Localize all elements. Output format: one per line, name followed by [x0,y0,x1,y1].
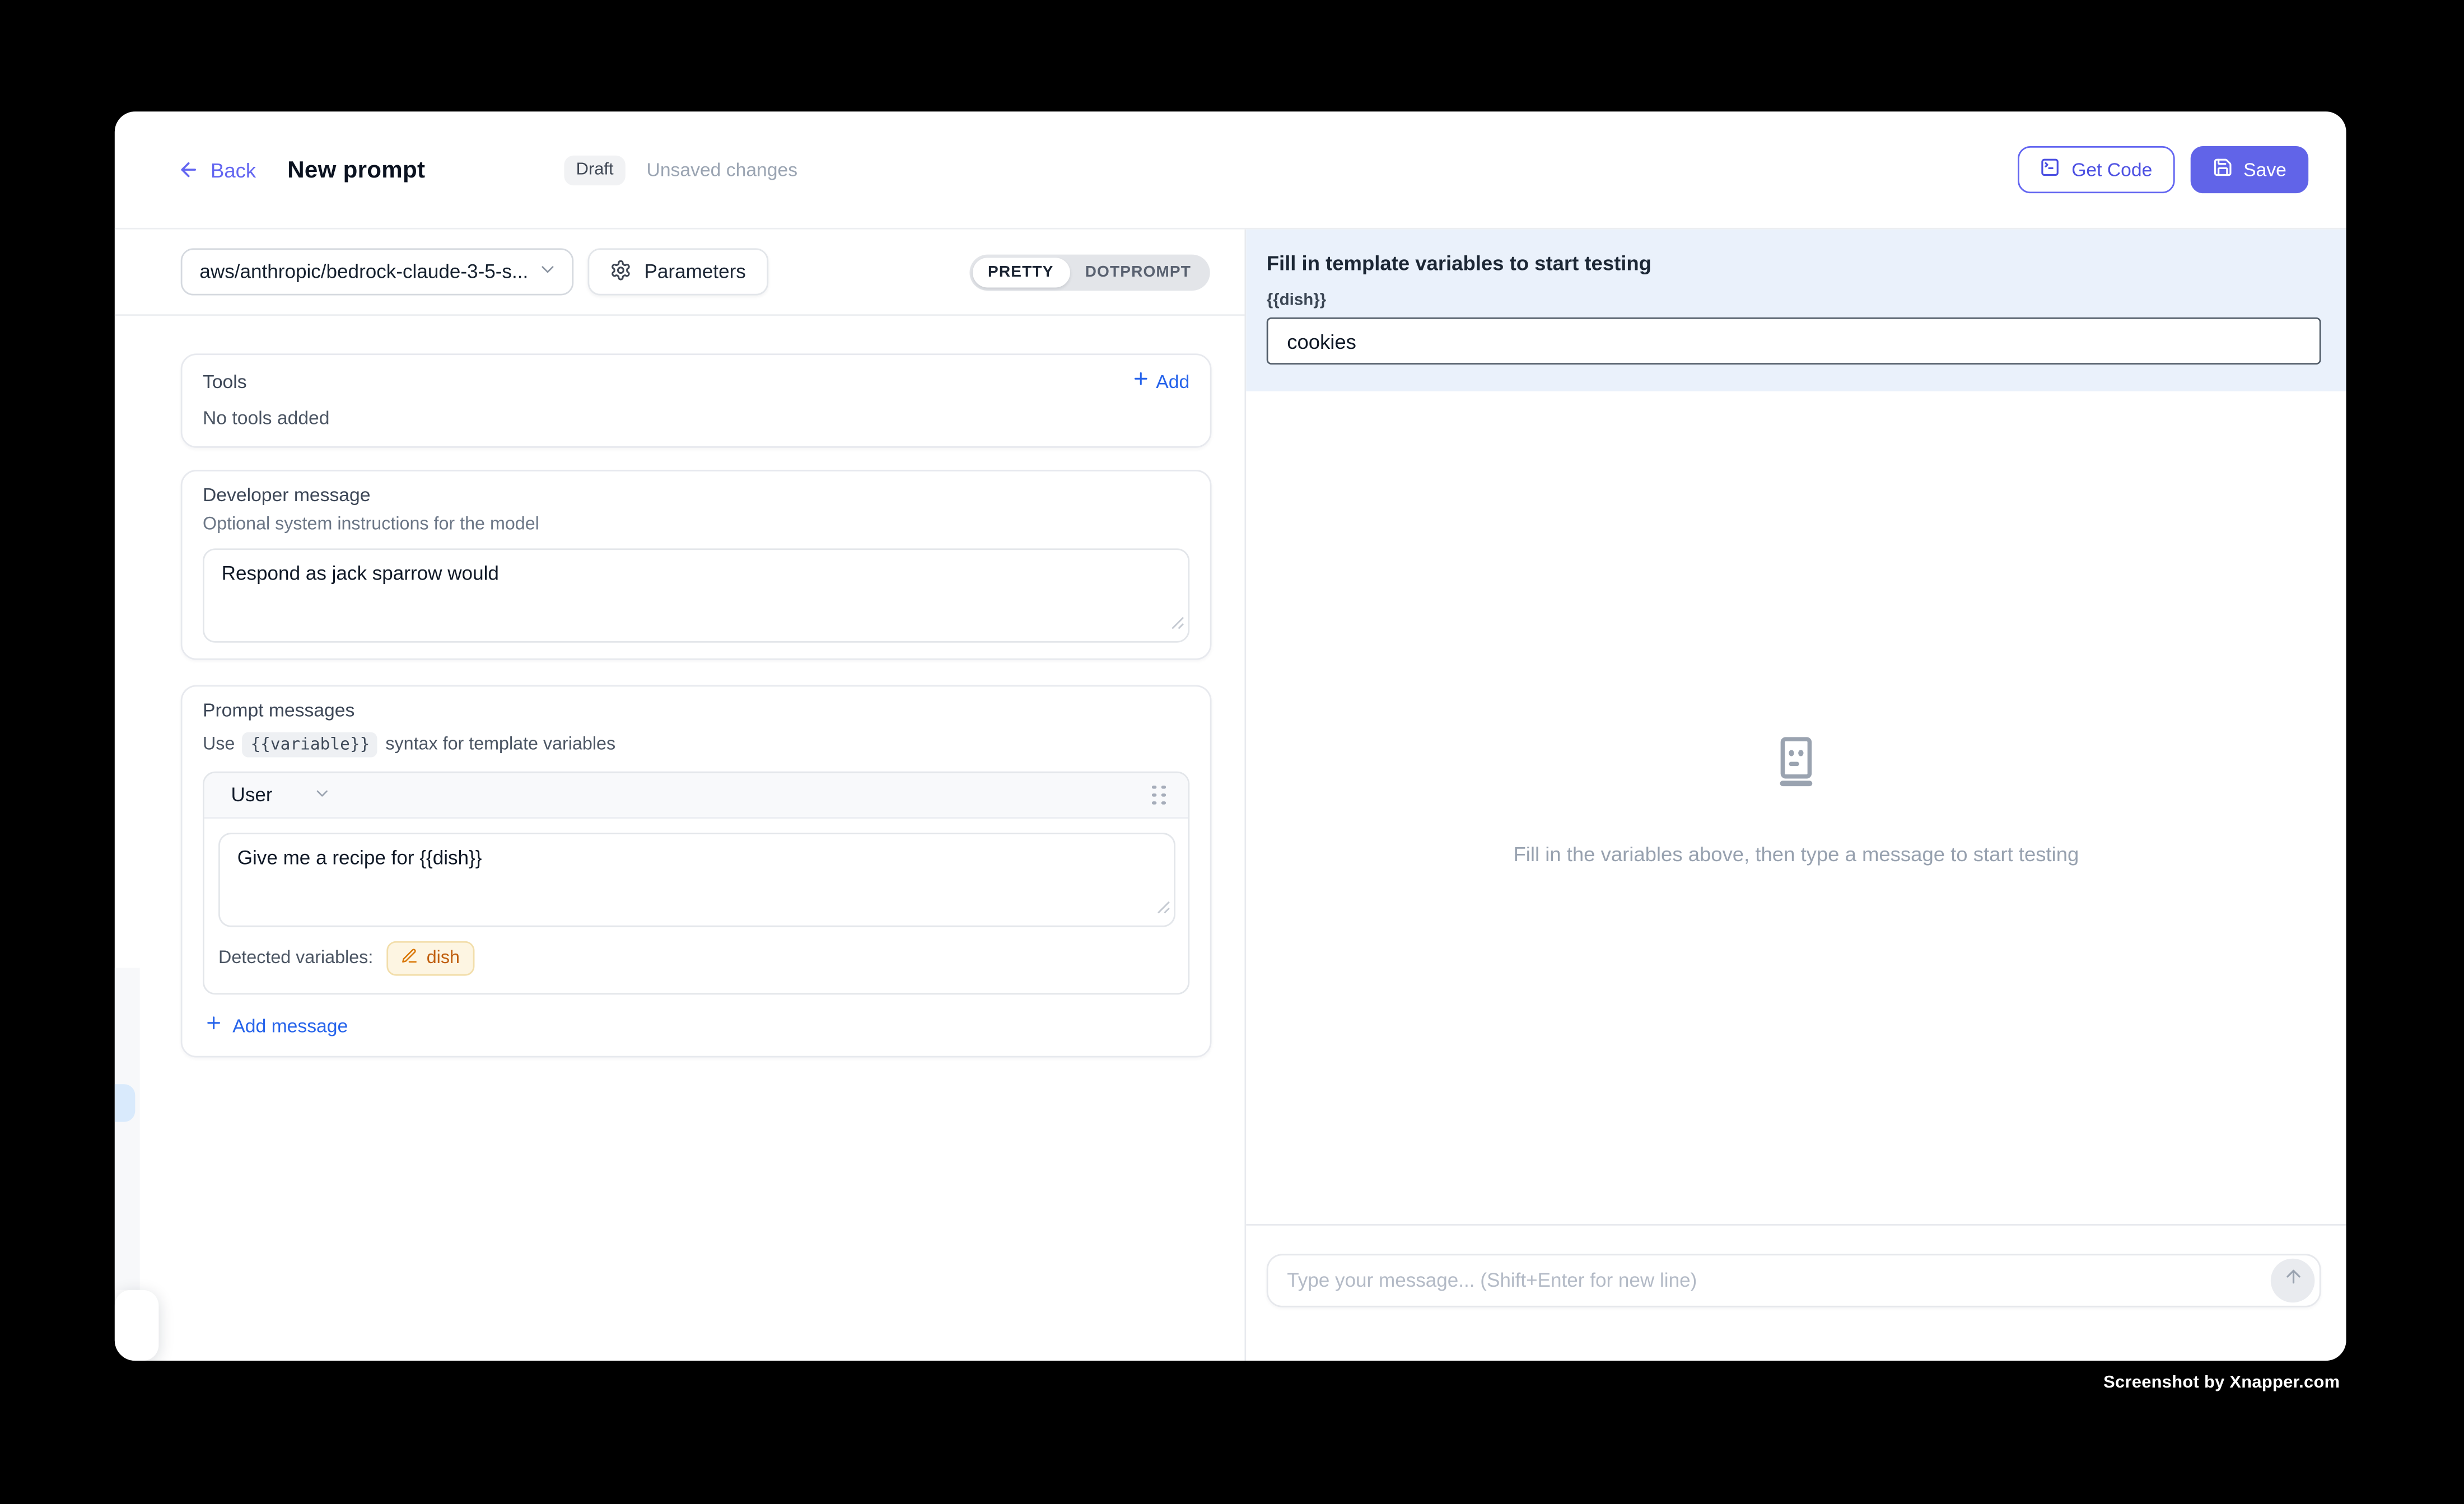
prompt-editor-window: Back New prompt Draft Unsaved changes Ge… [115,111,2346,1361]
parameters-label: Parameters [645,261,746,283]
message-content-textarea[interactable]: Give me a recipe for {{dish}} [218,833,1175,927]
gear-icon [610,259,632,286]
drag-handle-icon[interactable] [1152,785,1166,805]
watermark-text: Screenshot by Xnapper.com [2103,1374,2340,1393]
test-panel: Fill in template variables to start test… [1246,230,2346,1361]
model-toolbar: aws/anthropic/bedrock-claude-3-5-s... Pa… [115,230,1245,316]
sidebar-remnant-selected-item [115,1084,135,1122]
model-selector[interactable]: aws/anthropic/bedrock-claude-3-5-s... [181,248,574,295]
developer-message-title: Developer message [203,484,1189,506]
chat-input-box [1267,1254,2321,1307]
chevron-down-icon [538,259,558,284]
terminal-icon [2040,157,2060,183]
get-code-button[interactable]: Get Code [2018,146,2174,193]
editor-scroll-area: Tools Add No tools added Devel [115,316,1245,1361]
chat-message-input[interactable] [1287,1269,2271,1291]
role-selector[interactable]: User [231,783,332,807]
variable-syntax-hint: Use {{variable}} syntax for template var… [203,732,1189,758]
template-variables-section: Fill in template variables to start test… [1246,230,2346,391]
format-toggle-dotprompt[interactable]: DOTPROMPT [1070,257,1207,287]
tools-empty-text: No tools added [203,407,1189,429]
bot-icon [1766,731,1826,799]
window-header: Back New prompt Draft Unsaved changes Ge… [115,111,2346,229]
save-icon [2212,157,2232,183]
add-tool-label: Add [1156,370,1189,392]
variable-badge-dish[interactable]: dish [388,941,474,976]
tools-card: Tools Add No tools added [181,353,1212,447]
add-message-button[interactable]: Add message [203,1013,1189,1037]
developer-message-subtitle: Optional system instructions for the mod… [203,515,1189,534]
developer-message-card: Developer message Optional system instru… [181,470,1212,660]
prompt-messages-card: Prompt messages Use {{variable}} syntax … [181,685,1212,1057]
variable-name-label: {{dish}} [1267,291,2321,310]
chevron-down-icon [314,783,333,807]
tools-title: Tools [203,370,247,392]
back-label: Back [211,158,256,181]
header-actions: Get Code Save [2018,146,2308,193]
detected-variables-label: Detected variables: [218,949,373,968]
screenshot-canvas: Back New prompt Draft Unsaved changes Ge… [0,0,2464,1504]
template-variables-title: Fill in template variables to start test… [1267,251,2321,275]
pencil-icon [402,947,419,969]
message-role-header: User [204,773,1188,819]
sidebar-remnant-strip [115,968,140,1290]
detected-variables-row: Detected variables: dish [204,927,1188,993]
parameters-button[interactable]: Parameters [587,248,768,295]
add-message-label: Add message [232,1014,348,1036]
unsaved-changes-text: Unsaved changes [646,158,797,180]
sidebar-remnant-card [115,1290,159,1361]
hint-suffix: syntax for template variables [385,735,615,754]
back-button[interactable]: Back [178,158,256,181]
format-toggle: PRETTY DOTPROMPT [969,254,1210,290]
get-code-label: Get Code [2071,158,2152,180]
plus-icon [204,1013,223,1037]
save-label: Save [2243,158,2286,180]
variable-syntax-chip: {{variable}} [242,732,377,758]
format-toggle-pretty[interactable]: PRETTY [972,257,1070,287]
prompt-message-block: User Give me a recipe for {{dish}} [203,772,1189,994]
model-selector-value: aws/anthropic/bedrock-claude-3-5-s... [199,261,528,283]
chat-input-row [1246,1224,2346,1361]
status-badge: Draft [563,155,626,184]
role-label: User [231,784,272,806]
page-title: New prompt [287,156,425,183]
variable-badge-label: dish [427,949,460,968]
editor-panel: aws/anthropic/bedrock-claude-3-5-s... Pa… [115,230,1246,1361]
plus-icon [1131,369,1150,393]
hint-prefix: Use [203,735,235,754]
send-button[interactable] [2271,1259,2315,1303]
prompt-messages-title: Prompt messages [203,699,1189,721]
developer-message-textarea[interactable]: Respond as jack sparrow would [203,548,1189,642]
add-tool-button[interactable]: Add [1131,369,1189,393]
chat-empty-text: Fill in the variables above, then type a… [1513,842,2079,865]
save-button[interactable]: Save [2190,146,2308,193]
arrow-left-icon [178,158,199,180]
arrow-up-icon [2283,1267,2303,1295]
window-content: aws/anthropic/bedrock-claude-3-5-s... Pa… [115,230,2346,1361]
chat-empty-state: Fill in the variables above, then type a… [1246,382,2346,1215]
variable-value-input[interactable] [1267,317,2321,365]
